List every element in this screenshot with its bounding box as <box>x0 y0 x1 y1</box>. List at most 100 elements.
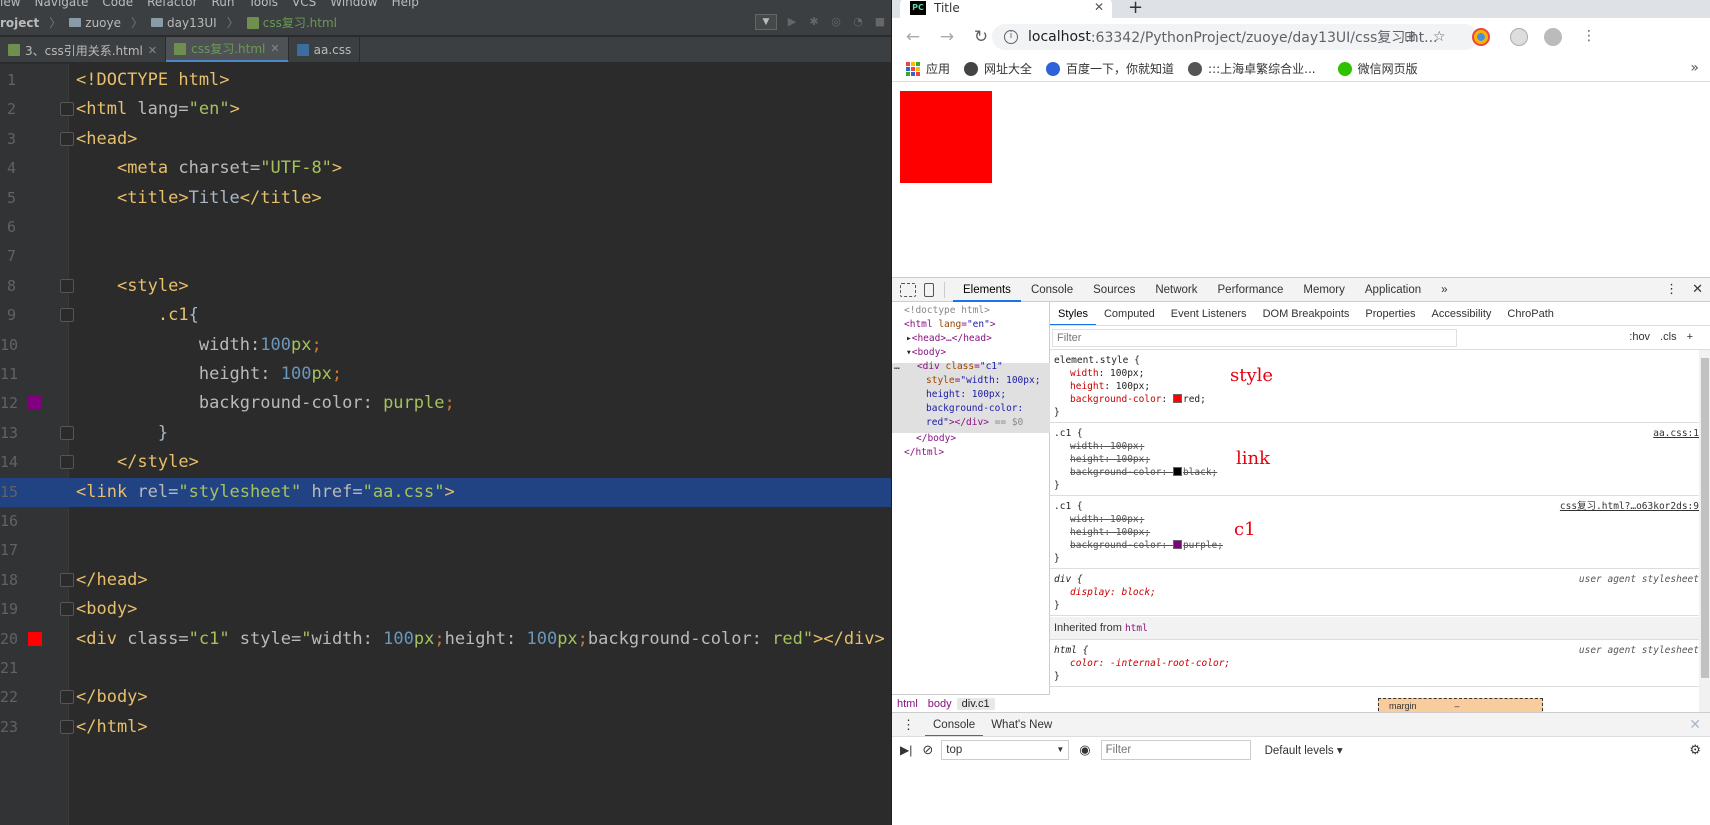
devtools-tab-console[interactable]: Console <box>1021 278 1083 302</box>
code-line[interactable]: 15 <link rel="stylesheet" href="aa.css"> <box>0 477 891 507</box>
sidebar-toggle-icon[interactable]: ▶| <box>900 743 912 757</box>
profile-icon[interactable]: ◔ <box>851 15 865 29</box>
prop-height-overridden[interactable]: height: 100px; <box>1070 526 1150 539</box>
fold-marker-icon[interactable] <box>60 602 74 617</box>
prop-width[interactable]: width: 100px; <box>1070 367 1144 380</box>
color-swatch-icon[interactable] <box>1172 540 1182 549</box>
code-line[interactable]: 21 <box>0 654 891 683</box>
menu-item-navigate[interactable]: Navigate <box>35 0 89 10</box>
bookmark-apps[interactable]: 应用 <box>906 60 950 77</box>
translate-icon[interactable]: ⊞ <box>1404 29 1416 45</box>
styles-subtab-event-listeners[interactable]: Event Listeners <box>1163 302 1255 325</box>
code-line[interactable]: 10 width:100px; <box>0 331 891 360</box>
fold-marker-icon[interactable] <box>60 719 74 734</box>
forward-icon[interactable]: → <box>934 27 960 47</box>
devtools-tab-memory[interactable]: Memory <box>1293 278 1355 302</box>
code-line[interactable]: 6 <box>0 213 891 242</box>
rule-source-link[interactable]: aa.css:1 <box>1653 427 1699 440</box>
console-filter-input[interactable]: Filter <box>1100 739 1251 760</box>
code-line[interactable]: 1 <!DOCTYPE html> <box>0 66 891 95</box>
fold-marker-icon[interactable] <box>60 131 74 146</box>
menu-item-help[interactable]: Help <box>392 0 419 10</box>
devtools-tab-sources[interactable]: Sources <box>1083 278 1145 302</box>
code-line[interactable]: 14 </style> <box>0 448 891 477</box>
debug-icon[interactable]: ✱ <box>807 15 821 29</box>
editor-tab-css-fuxi[interactable]: css复习.html ✕ <box>166 37 289 62</box>
prop-width-overridden[interactable]: width: 100px; <box>1070 440 1144 453</box>
fold-marker-icon[interactable] <box>60 308 74 323</box>
prop-height[interactable]: height: 100px; <box>1070 380 1150 393</box>
scrollbar-thumb[interactable] <box>1701 358 1709 678</box>
crumb-body[interactable]: body <box>923 698 957 710</box>
prop-width-overridden[interactable]: width: 100px; <box>1070 513 1144 526</box>
info-icon[interactable]: i <box>1004 30 1018 44</box>
close-icon[interactable]: ✕ <box>270 42 279 55</box>
div-c1-node[interactable]: … <div class="c1" <box>894 360 1003 375</box>
close-icon[interactable]: ✕ <box>1689 716 1701 733</box>
html-node[interactable]: <html lang="en"> <box>904 318 996 333</box>
clear-console-icon[interactable]: ⊘ <box>922 742 933 758</box>
styles-subtab-dom-breakpoints[interactable]: DOM Breakpoints <box>1255 302 1358 325</box>
breadcrumb-file[interactable]: css复习.html <box>246 14 337 31</box>
bookmarks-overflow-icon[interactable]: » <box>1690 60 1699 76</box>
code-line[interactable]: 23 </html> <box>0 713 891 742</box>
new-rule-icon[interactable]: + <box>1687 331 1693 343</box>
code-line[interactable]: 9 .c1{ <box>0 301 891 330</box>
run-icon[interactable]: ▶ <box>785 15 799 29</box>
browser-tab[interactable]: PC Title ✕ <box>900 0 1112 18</box>
eye-icon[interactable]: ◉ <box>1079 742 1090 758</box>
styles-scrollbar[interactable] <box>1699 350 1710 712</box>
log-levels-dropdown[interactable]: Default levels ▾ <box>1265 743 1343 757</box>
styles-subtab-computed[interactable]: Computed <box>1096 302 1163 325</box>
prop-display[interactable]: display: block; <box>1070 586 1156 599</box>
breadcrumb-zuoye[interactable]: zuoye <box>69 16 121 30</box>
menu-item-code[interactable]: Code <box>102 0 133 10</box>
fold-marker-icon[interactable] <box>60 278 74 293</box>
fold-marker-icon[interactable] <box>60 102 74 117</box>
more-tabs-icon[interactable]: » <box>1431 278 1457 302</box>
styles-filter-input[interactable]: Filter <box>1052 328 1457 347</box>
code-line[interactable]: 13 } <box>0 419 891 448</box>
bookmark-wechat[interactable]: 微信网页版 <box>1337 60 1418 77</box>
breadcrumb-day13ui[interactable]: day13UI <box>151 16 217 30</box>
editor-tab-aa-css[interactable]: aa.css <box>289 37 361 62</box>
fold-marker-icon[interactable] <box>60 455 74 470</box>
rule-div-user-agent[interactable]: div { user agent stylesheet display: blo… <box>1050 570 1703 616</box>
head-node[interactable]: ▸<head>…</head> <box>906 332 992 347</box>
bookmark-baidu[interactable]: 百度一下，你就知道 <box>1046 60 1174 77</box>
code-line[interactable]: 5 <title>Title</title> <box>0 184 891 213</box>
extension-gray-icon[interactable] <box>1510 28 1528 46</box>
close-icon[interactable]: ✕ <box>1692 282 1703 297</box>
code-line[interactable]: 3 <head> <box>0 125 891 154</box>
new-tab-icon[interactable]: + <box>1128 0 1143 18</box>
fold-marker-icon[interactable] <box>60 690 74 705</box>
crumb-div-c1[interactable]: div.c1 <box>956 697 995 710</box>
bookmark-hao123[interactable]: 网址大全 <box>964 60 1032 77</box>
color-swatch-icon[interactable] <box>1172 394 1182 403</box>
drawer-tab-console[interactable]: Console <box>925 713 984 737</box>
rule-html-user-agent[interactable]: html { user agent stylesheet color: -int… <box>1050 641 1703 687</box>
menu-item-run[interactable]: Run <box>211 0 234 10</box>
elements-tree[interactable]: <!doctype html> <html lang="en"> ▸<head>… <box>892 302 1050 694</box>
code-line[interactable]: 16 <box>0 507 891 536</box>
styles-subtab-chropath[interactable]: ChroPath <box>1499 302 1561 325</box>
code-line[interactable]: 2 <html lang="en"> <box>0 95 891 124</box>
editor-tab-css-yinyong[interactable]: 3、css引用关系.html ✕ <box>0 37 167 62</box>
color-swatch-icon[interactable] <box>28 631 42 646</box>
extension-icon[interactable] <box>1472 28 1490 46</box>
code-line[interactable]: 12 background-color: purple; <box>0 389 891 418</box>
menu-item-tools[interactable]: Tools <box>248 0 278 10</box>
drawer-menu-icon[interactable]: ⋮ <box>902 717 915 733</box>
coverage-icon[interactable]: ◎ <box>829 15 843 29</box>
settings-gear-icon[interactable]: ⚙ <box>1689 742 1701 758</box>
run-config-dropdown[interactable]: ▼ <box>755 14 777 30</box>
close-icon[interactable]: ✕ <box>1094 0 1104 14</box>
devtools-menu-icon[interactable]: ⋮ <box>1665 282 1678 297</box>
bookmark-shanghai[interactable]: :::上海卓繁综合业... <box>1188 60 1316 77</box>
profile-avatar-icon[interactable] <box>1544 28 1562 46</box>
reload-icon[interactable]: ↻ <box>968 27 994 47</box>
code-line[interactable]: 19 <body> <box>0 595 891 624</box>
color-swatch-icon[interactable] <box>28 396 42 411</box>
drawer-tab-whats-new[interactable]: What's New <box>983 713 1060 737</box>
prop-background-color-overridden[interactable]: background-color: black; <box>1070 466 1217 479</box>
